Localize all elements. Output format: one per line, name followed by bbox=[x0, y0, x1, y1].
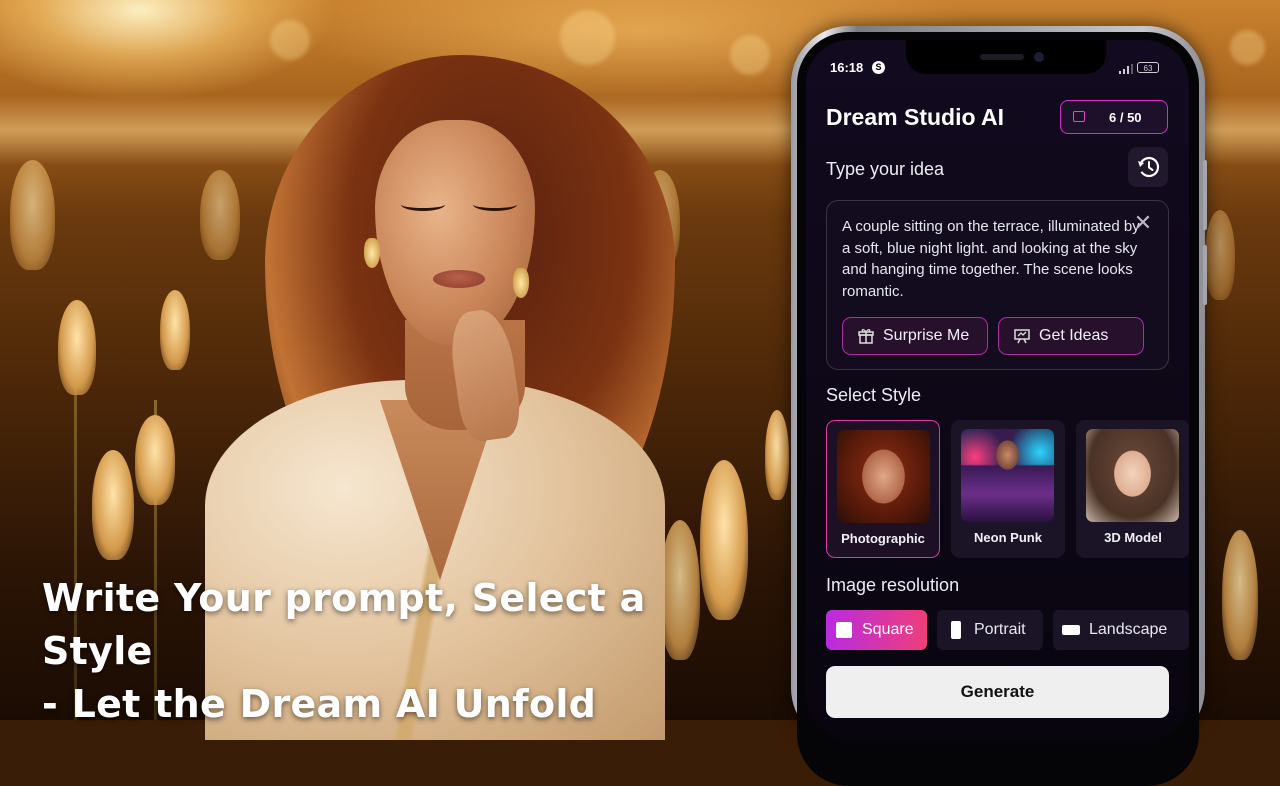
portrait-shape-icon bbox=[951, 621, 961, 639]
earring bbox=[364, 238, 380, 268]
get-ideas-label: Get Ideas bbox=[1039, 327, 1109, 344]
prompt-text[interactable]: A couple sitting on the terrace, illumin… bbox=[842, 216, 1152, 302]
phone-notch bbox=[906, 40, 1106, 74]
style-card-neon-punk[interactable]: Neon Punk bbox=[951, 420, 1065, 558]
battery-level: 63 bbox=[1143, 64, 1153, 73]
hero-caption-line: Write Your prompt, Select a Style bbox=[42, 576, 646, 673]
resolution-option-label: Landscape bbox=[1089, 621, 1168, 638]
style-thumbnail bbox=[1086, 429, 1179, 522]
eye bbox=[473, 198, 517, 211]
generate-button[interactable]: Generate bbox=[826, 666, 1169, 718]
prompt-label: Type your idea bbox=[826, 159, 945, 179]
prompt-textarea[interactable]: A couple sitting on the terrace, illumin… bbox=[826, 200, 1169, 370]
ideas-board-icon bbox=[1014, 329, 1030, 344]
history-button[interactable] bbox=[1128, 147, 1168, 187]
square-shape-icon bbox=[836, 622, 852, 638]
get-ideas-button[interactable]: Get Ideas bbox=[998, 317, 1144, 355]
credits-counter[interactable]: 6 / 50 bbox=[1060, 100, 1168, 134]
hero-caption: Write Your prompt, Select a Style - Let … bbox=[42, 572, 742, 731]
status-time: 16:18 bbox=[830, 60, 864, 75]
eye bbox=[401, 198, 445, 211]
app-notification-icon: S bbox=[872, 61, 885, 74]
resolution-portrait-button[interactable]: Portrait bbox=[937, 610, 1043, 650]
style-name: 3D Model bbox=[1104, 530, 1162, 545]
style-thumbnail bbox=[961, 429, 1054, 522]
resolution-square-button[interactable]: Square bbox=[826, 610, 927, 650]
style-label: Select Style bbox=[826, 385, 922, 405]
app-screen: 16:18 S 63 Dream Studio AI 6 / 50 Type y… bbox=[806, 40, 1189, 740]
surprise-me-label: Surprise Me bbox=[883, 327, 970, 344]
style-thumbnail bbox=[837, 430, 930, 523]
resolution-option-label: Portrait bbox=[974, 621, 1026, 638]
style-name: Photographic bbox=[841, 531, 925, 546]
front-camera bbox=[1034, 52, 1044, 62]
landscape-shape-icon bbox=[1062, 625, 1080, 635]
surprise-me-button[interactable]: Surprise Me bbox=[842, 317, 988, 355]
image-icon bbox=[1073, 111, 1085, 122]
lips bbox=[433, 270, 485, 288]
app-title: Dream Studio AI bbox=[826, 104, 1005, 130]
earring bbox=[513, 268, 529, 298]
battery-icon: 63 bbox=[1137, 62, 1159, 73]
signal-icon bbox=[1119, 64, 1133, 74]
phone-side-button bbox=[1203, 245, 1207, 305]
phone-side-button bbox=[1203, 160, 1207, 230]
resolution-option-label: Square bbox=[862, 621, 914, 638]
gift-icon bbox=[858, 329, 874, 344]
history-icon bbox=[1138, 156, 1160, 178]
close-icon[interactable]: ✕ bbox=[1132, 212, 1154, 234]
credits-value: 6 / 50 bbox=[1109, 110, 1142, 125]
speaker-grille bbox=[980, 54, 1024, 60]
style-name: Neon Punk bbox=[974, 530, 1042, 545]
style-carousel[interactable]: Photographic Neon Punk 3D Model bbox=[826, 420, 1189, 560]
resolution-landscape-button[interactable]: Landscape bbox=[1053, 610, 1189, 650]
hero-caption-line: - Let the Dream AI Unfold bbox=[42, 682, 597, 726]
resolution-label: Image resolution bbox=[826, 575, 960, 595]
style-card-3d-model[interactable]: 3D Model bbox=[1076, 420, 1189, 558]
style-card-photographic[interactable]: Photographic bbox=[826, 420, 940, 558]
